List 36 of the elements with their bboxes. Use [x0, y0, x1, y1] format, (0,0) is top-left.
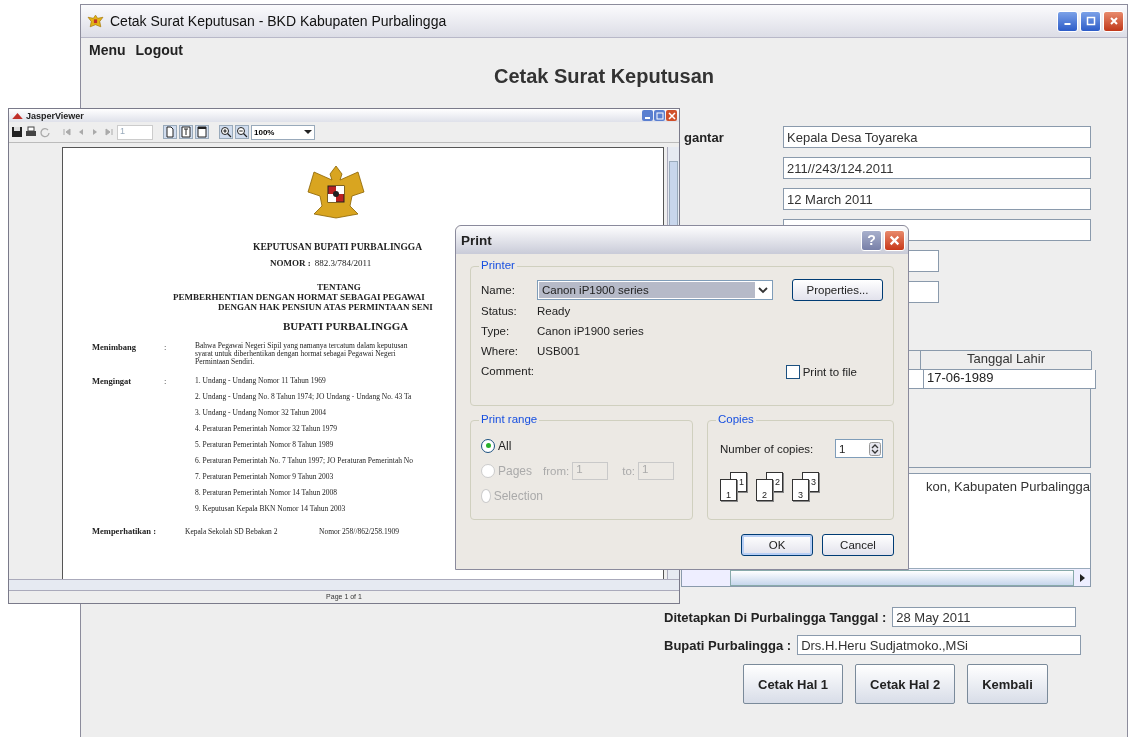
- field-label: Type:: [481, 325, 511, 337]
- number-label: NOMOR :: [270, 258, 311, 268]
- field-label: Ditetapkan Di Purbalingga Tanggal :: [664, 609, 887, 625]
- page-heading: Cetak Surat Keputusan: [492, 65, 716, 88]
- colon-text: :: [164, 342, 168, 354]
- colon-text: :: [164, 376, 168, 388]
- section-label: Memperhatikan :: [92, 526, 157, 536]
- field-label: Number of copies:: [720, 442, 814, 455]
- document-subject: DENGAN HAK PENSIUN ATAS PERMINTAAN SENI: [218, 302, 433, 312]
- table-cell: 17-06-1989: [924, 370, 1096, 389]
- field-label: Name:: [481, 284, 516, 296]
- document-subtitle: TENTANG: [317, 282, 361, 292]
- window-title: JasperViewer: [26, 110, 84, 121]
- field-label: to:: [622, 464, 635, 477]
- field-label: from:: [543, 464, 570, 477]
- field-value: Canon iP1900 series: [537, 325, 644, 337]
- field-label: Where:: [481, 345, 520, 357]
- field-label: Bupati Purbalingga :: [664, 637, 792, 653]
- group-title: Copies: [716, 413, 756, 425]
- section-label: Menimbang: [92, 342, 137, 354]
- address-text: kon, Kabupaten Purbalingga: [925, 479, 1090, 494]
- field-label: gantar: [684, 129, 725, 145]
- document-title: KEPUTUSAN BUPATI PURBALINGGA: [253, 242, 423, 252]
- group-title: Printer: [479, 259, 517, 271]
- document-heading: BUPATI PURBALINGGA: [283, 320, 409, 332]
- field-value: Ready: [537, 305, 571, 317]
- section-label: Mengingat: [92, 376, 133, 388]
- field-value: USB001: [537, 345, 580, 357]
- group-title: Print range: [479, 413, 540, 425]
- document-number: 882.3/784/2011: [314, 258, 372, 268]
- document-subject: PEMBERHENTIAN DENGAN HORMAT SEBAGAI PEGAWAI: [173, 292, 425, 302]
- window-title: Cetak Surat Keputusan - BKD Kabupaten Purbalingga: [110, 13, 447, 29]
- field-label: Comment:: [481, 365, 536, 377]
- field-label: Status:: [481, 305, 518, 317]
- column-header: Tanggal Lahir: [921, 351, 1092, 370]
- dialog-title: Print: [461, 232, 492, 248]
